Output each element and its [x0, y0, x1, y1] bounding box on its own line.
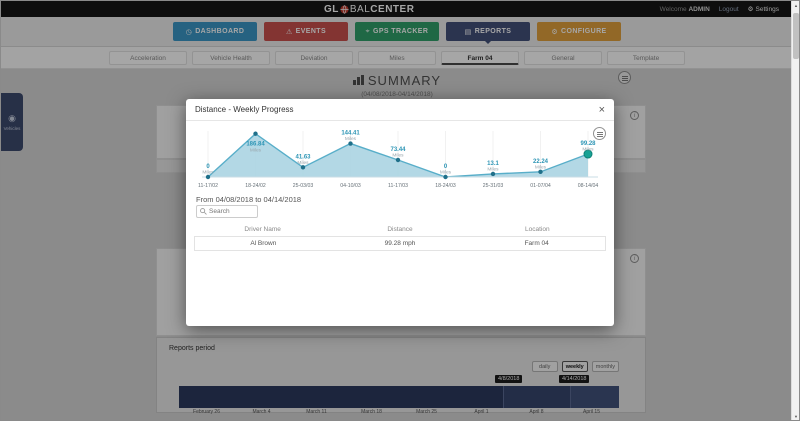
svg-text:04-10/03: 04-10/03 — [340, 183, 361, 189]
svg-text:Miles: Miles — [202, 170, 214, 176]
svg-text:08-14/04: 08-14/04 — [578, 183, 599, 189]
svg-text:Miles: Miles — [297, 160, 309, 166]
svg-text:0: 0 — [206, 164, 210, 170]
scroll-up-icon[interactable]: ▲ — [792, 1, 800, 11]
weekly-progress-modal: Distance - Weekly Progress × 0Miles11-17… — [186, 99, 614, 326]
date-range-text: From 04/08/2018 to 04/14/2018 — [196, 195, 301, 204]
modal-title: Distance - Weekly Progress — [195, 105, 294, 114]
svg-text:11-17/02: 11-17/02 — [198, 183, 218, 189]
svg-text:13.1: 13.1 — [487, 161, 499, 167]
search-box — [196, 205, 258, 218]
search-input[interactable] — [209, 208, 255, 215]
svg-text:18-24/03: 18-24/03 — [435, 183, 456, 189]
cell-driver-name: Al Brown — [195, 240, 332, 247]
col-distance: Distance — [331, 226, 468, 233]
svg-text:Miles: Miles — [250, 148, 262, 154]
scroll-down-icon[interactable]: ▼ — [792, 412, 800, 421]
vertical-scrollbar[interactable]: ▲ ▼ — [791, 1, 799, 421]
svg-text:Miles: Miles — [487, 166, 499, 172]
svg-text:Miles: Miles — [345, 136, 357, 142]
col-location: Location — [469, 226, 606, 233]
svg-text:Miles: Miles — [392, 152, 404, 158]
svg-text:22.24: 22.24 — [533, 159, 549, 165]
svg-text:73.44: 73.44 — [390, 147, 406, 153]
svg-text:Miles: Miles — [535, 164, 547, 170]
table-header-row: Driver Name Distance Location — [194, 223, 606, 236]
weekly-distance-chart: 0Miles11-17/02186.84Miles18-24/0241.63Mi… — [192, 125, 608, 193]
cell-location: Farm 04 — [468, 240, 605, 247]
chart-export-menu-icon[interactable] — [593, 127, 606, 140]
svg-text:18-24/02: 18-24/02 — [245, 183, 266, 189]
svg-text:0: 0 — [444, 164, 448, 170]
svg-text:01-07/04: 01-07/04 — [530, 183, 551, 189]
svg-text:11-17/03: 11-17/03 — [388, 183, 408, 189]
svg-text:25-03/03: 25-03/03 — [293, 183, 314, 189]
col-driver-name: Driver Name — [194, 226, 331, 233]
svg-text:25-31/03: 25-31/03 — [483, 183, 504, 189]
search-icon — [200, 208, 207, 215]
svg-text:41.63: 41.63 — [295, 154, 311, 160]
svg-text:99.28: 99.28 — [580, 141, 596, 147]
results-table: Driver Name Distance Location Al Brown 9… — [194, 223, 606, 251]
svg-text:144.41: 144.41 — [341, 131, 360, 137]
svg-text:Miles: Miles — [582, 147, 594, 153]
close-icon[interactable]: × — [599, 105, 605, 115]
svg-text:Miles: Miles — [440, 170, 452, 176]
app-window: GL BALCENTER Welcome ADMIN Logout ⚙Setti… — [0, 0, 800, 421]
cell-distance: 99.28 mph — [332, 240, 469, 247]
table-row: Al Brown 99.28 mph Farm 04 — [194, 236, 606, 251]
svg-text:186.84: 186.84 — [246, 142, 265, 148]
scrollbar-thumb[interactable] — [793, 13, 799, 59]
